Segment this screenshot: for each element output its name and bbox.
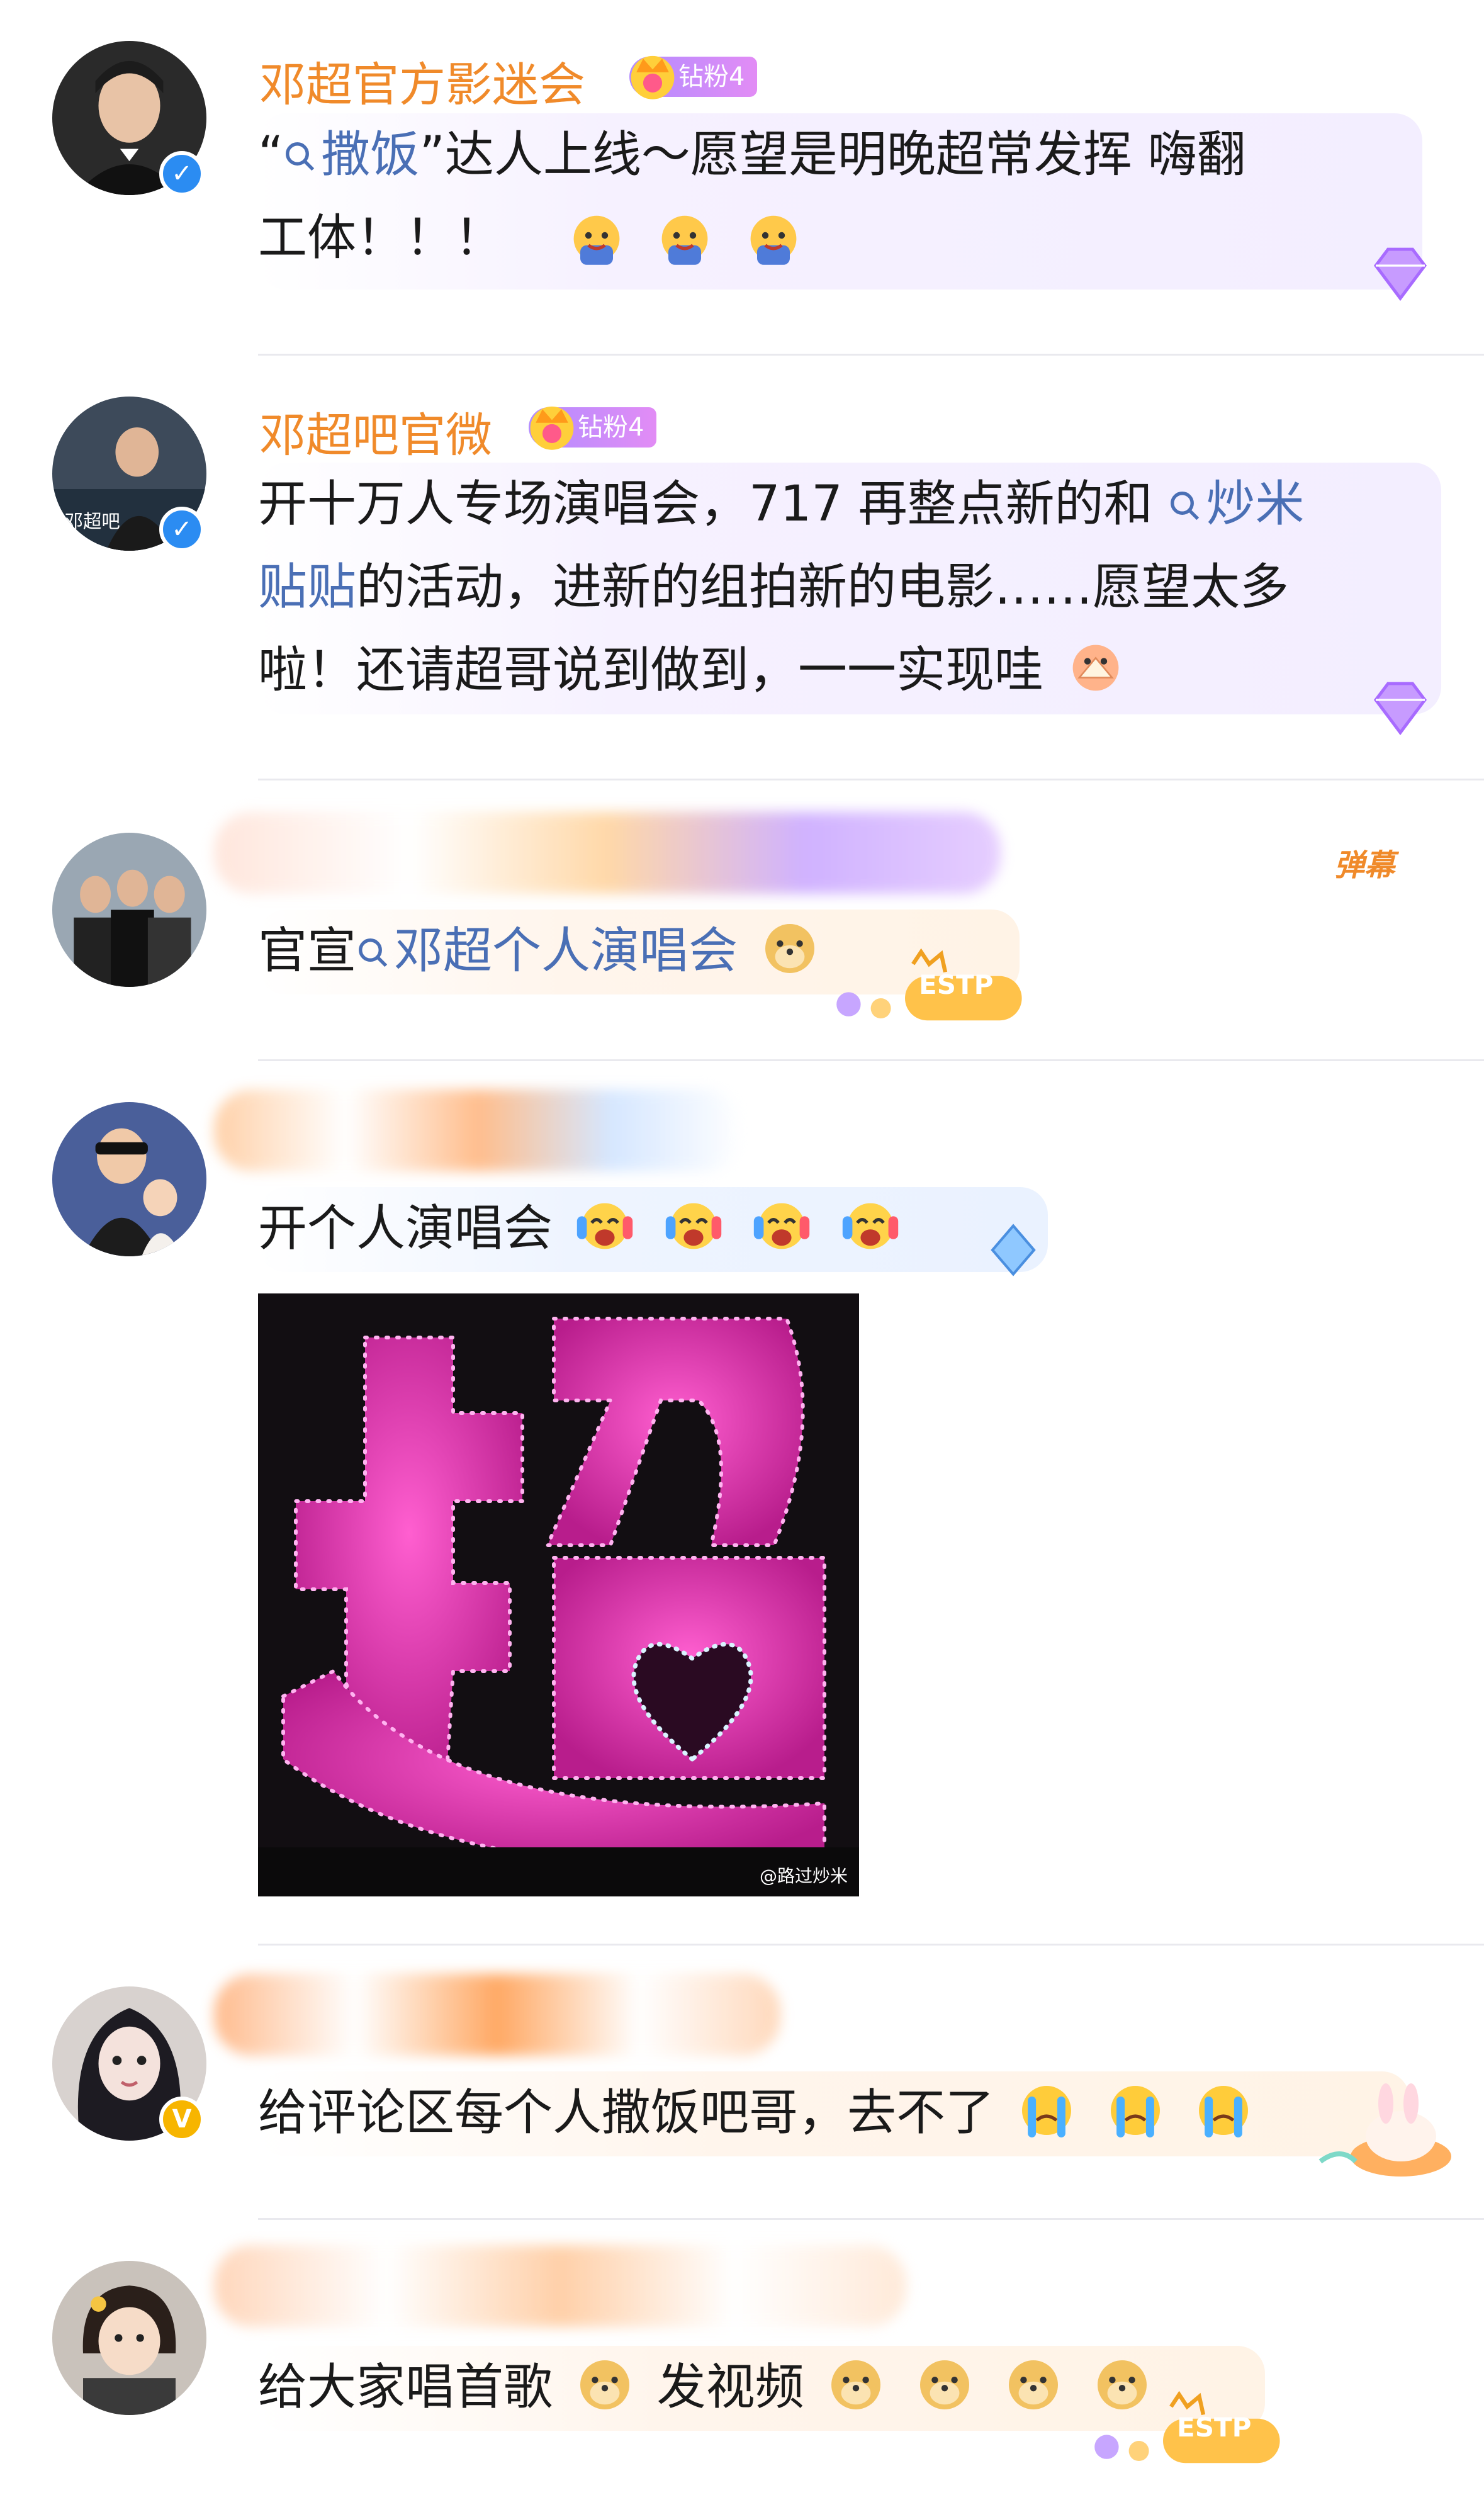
image-attachment[interactable]: @路过炒米 xyxy=(258,1293,859,1896)
quote-open: “ xyxy=(258,127,284,183)
cheer-emoji-icon xyxy=(754,1203,810,1249)
username[interactable]: 邓超吧官微 xyxy=(259,398,492,465)
verified-icon: V xyxy=(159,2097,205,2142)
topic-link-continued[interactable]: 贴贴 xyxy=(258,559,356,616)
danmu-label[interactable]: 弹幕 xyxy=(1334,840,1395,884)
avatar[interactable] xyxy=(52,2261,206,2415)
text-segment: 开十万人专场演唱会，717 再整点新的和 xyxy=(258,476,1153,532)
estp-tag-label: ESTP xyxy=(1177,2412,1252,2443)
redacted-username xyxy=(214,812,1001,894)
topic-link-label: 撒饭 xyxy=(321,127,420,183)
cheer-emoji-icon xyxy=(750,215,797,265)
comment-text-line2: 工体！！！ xyxy=(258,196,1385,279)
cheer-emoji-icon xyxy=(573,215,620,265)
text-segment: 的活动，进新的组拍新的电影……愿望太多 xyxy=(356,559,1290,616)
doge-emoji-icon xyxy=(580,2360,629,2409)
gem-icon xyxy=(1373,247,1427,301)
search-icon xyxy=(286,142,315,171)
avatar-photo xyxy=(52,2261,206,2415)
comment-bubble[interactable]: 开十万人专场演唱会，717 再整点新的和 炒米 贴贴的活动，进新的组拍新的电影…… xyxy=(258,463,1441,714)
comment-text: 开个人演唱会 xyxy=(258,1187,1010,1270)
topic-link[interactable]: 炒米 xyxy=(1168,476,1305,532)
rabbit-mooncake-icon xyxy=(1318,2083,1451,2177)
gem-icon xyxy=(991,1224,1036,1276)
comment-bubble[interactable]: 开个人演唱会 xyxy=(258,1187,1048,1272)
cheer-emoji-icon xyxy=(665,1203,721,1249)
redacted-username xyxy=(214,1090,743,1171)
avatar-photo xyxy=(52,1102,206,1256)
text-segment: 开个人演唱会 xyxy=(258,1200,553,1257)
fan-badge-label: 钻粉4 xyxy=(578,413,644,442)
cry-emoji-icon xyxy=(1110,2086,1160,2137)
topic-link[interactable]: 邓超个人演唱会 xyxy=(356,923,738,979)
comment-5: V 给评论区每个人撒饭吧哥，去不了 xyxy=(0,1946,1484,2216)
comment-text-line2: 贴贴的活动，进新的组拍新的电影……愿望太多 xyxy=(258,546,1403,629)
fan-face-emoji-icon xyxy=(1072,645,1119,691)
doge-emoji-icon xyxy=(831,2360,881,2409)
redacted-username xyxy=(214,1974,780,2056)
comment-2: 邓超吧 ✓ 邓超吧官微 钻粉4 开十万人专场演唱会，717 再整点新的和 炒米 … xyxy=(0,356,1484,777)
verified-icon: ✓ xyxy=(159,151,205,196)
doge-emoji-icon xyxy=(765,924,814,973)
cheer-emoji-icon xyxy=(843,1203,899,1249)
doge-emoji-icon xyxy=(1009,2360,1059,2409)
cry-emoji-icon xyxy=(1199,2086,1249,2137)
cheer-emoji-icon xyxy=(662,215,708,265)
avatar[interactable] xyxy=(52,1102,206,1256)
topic-link-label: 邓超个人演唱会 xyxy=(394,923,738,979)
svg-text:邓超吧: 邓超吧 xyxy=(65,510,120,532)
search-icon xyxy=(1171,492,1200,521)
comment-text: 给大家唱首歌 发视频 xyxy=(258,2346,1227,2429)
search-icon xyxy=(359,938,388,967)
comment-3: 弹幕 官宣 邓超个人演唱会 ESTP xyxy=(0,780,1484,1057)
fan-badge: 钻粉4 xyxy=(629,55,758,99)
text-segment: 官宣 xyxy=(258,923,357,979)
avatar-photo xyxy=(52,833,206,987)
cry-emoji-icon xyxy=(1021,2086,1071,2137)
doge-emoji-icon xyxy=(920,2360,970,2409)
comment-text: “ 撒饭”达人上线～愿望是明晚超常发挥 嗨翻 xyxy=(258,113,1385,196)
fan-badge: 钻粉4 xyxy=(529,406,657,450)
neon-sign-image xyxy=(258,1293,859,1896)
crown-icon xyxy=(530,406,574,450)
username[interactable]: 邓超官方影迷会 xyxy=(259,47,585,115)
comment-6: 给大家唱首歌 发视频 ESTP xyxy=(0,2220,1484,2495)
topic-link-label: 炒米 xyxy=(1206,476,1305,532)
estp-tag-label: ESTP xyxy=(919,969,994,1000)
gem-icon xyxy=(1373,682,1427,736)
avatar[interactable] xyxy=(52,833,206,987)
text-segment: 给评论区每个人撒饭吧哥，去不了 xyxy=(258,2085,995,2141)
comment-text-line1: 开十万人专场演唱会，717 再整点新的和 炒米 xyxy=(258,463,1403,546)
text-segment: 发视频 xyxy=(656,2359,804,2416)
topic-link[interactable]: 撒饭 xyxy=(283,127,419,183)
text-segment: 给大家唱首歌 xyxy=(258,2359,553,2416)
image-watermark: @路过炒米 xyxy=(759,1866,848,1886)
verified-icon: ✓ xyxy=(159,507,205,552)
text-segment: 啦！还请超哥说到做到，一一实现哇 xyxy=(258,642,1044,699)
crown-icon xyxy=(631,55,675,99)
comment-text: 给评论区每个人撒饭吧哥，去不了 xyxy=(258,2071,1372,2154)
cheer-emoji-icon xyxy=(576,1203,633,1249)
text-segment: ”达人上线～愿望是明晚超常发挥 嗨翻 xyxy=(419,127,1246,183)
comment-bubble[interactable]: “ 撒饭”达人上线～愿望是明晚超常发挥 嗨翻 工体！！！ xyxy=(258,113,1422,290)
comment-1: ✓ 邓超官方影迷会 钻粉4 “ 撒饭”达人上线～愿望是明晚超常发挥 嗨翻 工体！！… xyxy=(0,0,1484,352)
redacted-username xyxy=(214,2245,906,2327)
comment-text-line3: 啦！还请超哥说到做到，一一实现哇 xyxy=(258,629,1403,712)
comment-bubble[interactable]: 给评论区每个人撒饭吧哥，去不了 xyxy=(258,2071,1410,2156)
text-segment: 工体！！！ xyxy=(258,210,504,266)
fan-badge-label: 钻粉4 xyxy=(678,62,745,91)
